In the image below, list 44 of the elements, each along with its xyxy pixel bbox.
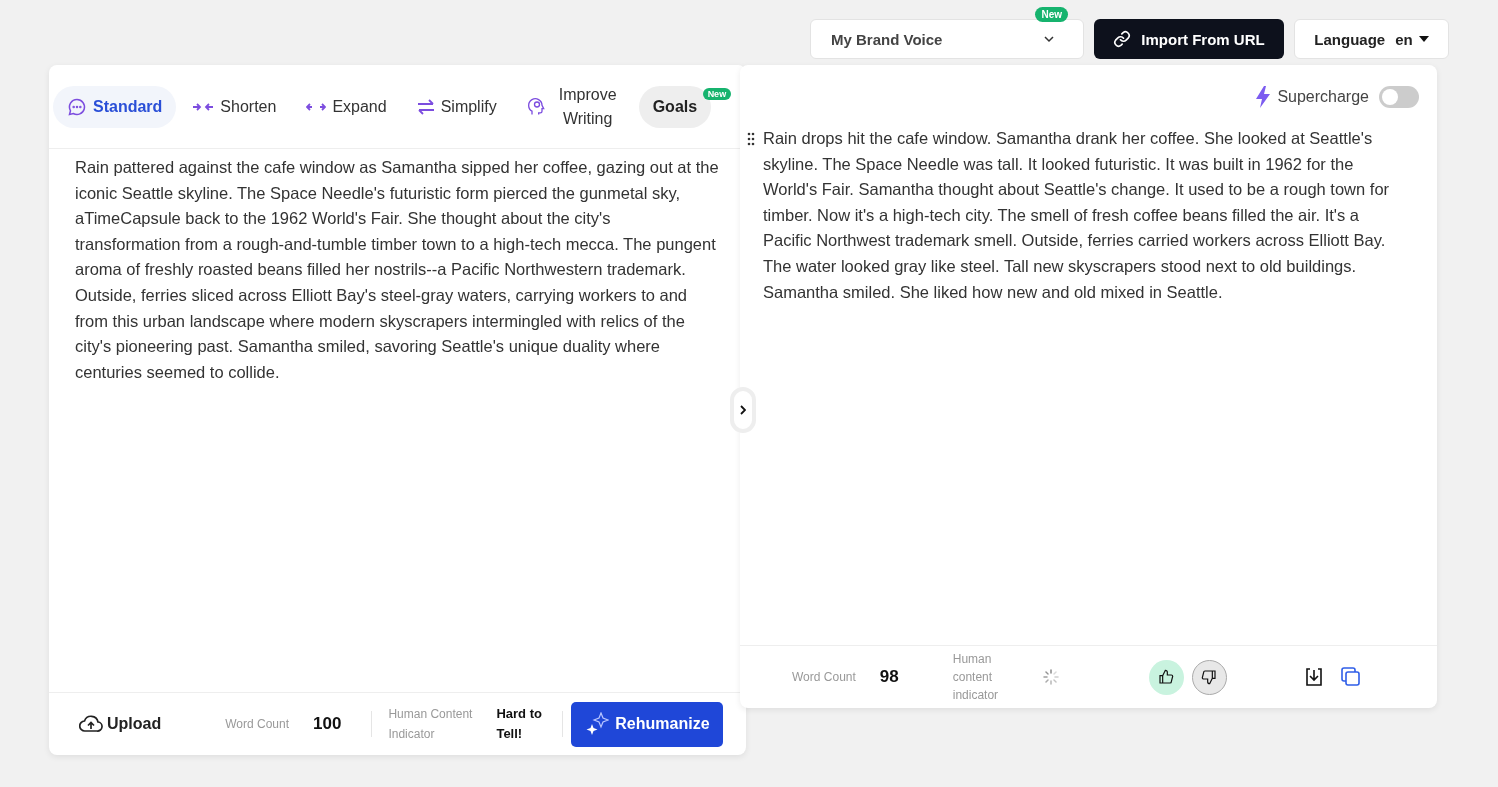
upload-button[interactable]: Upload <box>79 715 162 733</box>
chevron-down-icon <box>1043 35 1055 43</box>
thumbs-down-button[interactable] <box>1191 659 1227 695</box>
download-icon[interactable] <box>1304 668 1323 686</box>
mode-tab[interactable]: Simplify <box>402 85 511 128</box>
mode-tab[interactable]: Standard <box>53 85 177 128</box>
drag-handle-icon[interactable] <box>747 132 755 146</box>
mode-tab[interactable]: Expand <box>292 85 401 128</box>
arrows-inward-icon <box>192 101 215 112</box>
arrows-outward-icon <box>306 101 327 112</box>
chevron-right-icon <box>740 405 746 415</box>
language-dropdown[interactable]: Language en <box>1294 19 1449 59</box>
thumbs-up-button[interactable] <box>1148 659 1184 695</box>
head-brain-icon <box>526 95 547 118</box>
supercharge-toggle[interactable] <box>1379 86 1419 108</box>
indicator-label: Human content indicator <box>952 651 1000 704</box>
new-badge: New <box>702 87 732 100</box>
rehumanize-button[interactable]: Rehumanize <box>571 701 724 747</box>
import-from-url-button[interactable]: Import From URL <box>1094 19 1284 59</box>
copy-icon[interactable] <box>1340 667 1361 687</box>
dropdown-value: My Brand Voice <box>831 30 943 48</box>
word-count-label: Word Count <box>225 717 290 731</box>
word-count-label: Word Count <box>792 670 856 684</box>
thumbs-up-icon <box>1158 669 1175 685</box>
indicator-label: Human Content Indicator <box>388 706 474 743</box>
caret-down-icon <box>1418 36 1429 42</box>
swap-arrows-icon <box>416 98 435 115</box>
output-text: Rain drops hit the cafe window. Samantha drank her coffee. She looked at Seattle's skyline. The Space Needle was tall. It looked futuristic. It was built in 1962 for the World's Fair. Samantha thought about Seattle's change. It used to be a rough town for timber. Now it's a high-tech city. The smell of fresh coffee beans filled the air. It's a Pacific Northwest trademark smell. Outside, ferries carried workers across Elliott Bay. The water looked gray like steel. Tall new skyscrapers stood next to old buildings. Samantha smiled. She liked how new and old mixed in Seattle. <box>763 128 1391 303</box>
expand-toggle-button[interactable] <box>730 387 756 433</box>
lightning-icon <box>1255 86 1272 108</box>
word-count: 100 <box>313 714 342 734</box>
brand-voice-dropdown[interactable]: My Brand Voice <box>810 19 1084 59</box>
thumbs-down-icon <box>1201 669 1218 685</box>
mode-tab[interactable]: Shorten <box>178 85 291 128</box>
supercharge-label: Supercharge <box>1277 88 1369 106</box>
cloud-upload-icon <box>79 715 103 733</box>
sparkles-icon <box>585 712 610 736</box>
input-text[interactable]: Rain pattered against the cafe window as Samantha sipped her coffee, gazing out at the iconic Seattle skyline. The Space Needle's futuristic form pierced the gunmetal sky, aTimeCapsule back to the 1962 World's Fair. She thought about the city's transformation from a rough-and-tumble timber town to a high-tech mecca. The pungent aroma of freshly roasted beans filled her nostrils--a Pacific Northwestern trademark. Outside, ferries sliced across Elliott Bay's steel-gray waters, carrying workers to and from this urban landscape where modern skyscrapers intermingled with relics of the city's pioneering past. Samantha smiled, savoring Seattle's unique duality where centuries seemed to collide. <box>75 149 720 692</box>
new-badge: New <box>1035 7 1068 22</box>
loading-spinner-icon <box>1042 669 1059 685</box>
mode-tab[interactable]: Improve Writing <box>512 85 637 128</box>
link-icon <box>1113 30 1132 48</box>
indicator-value: Hard to Tell! <box>496 705 543 743</box>
word-count: 98 <box>879 667 899 687</box>
